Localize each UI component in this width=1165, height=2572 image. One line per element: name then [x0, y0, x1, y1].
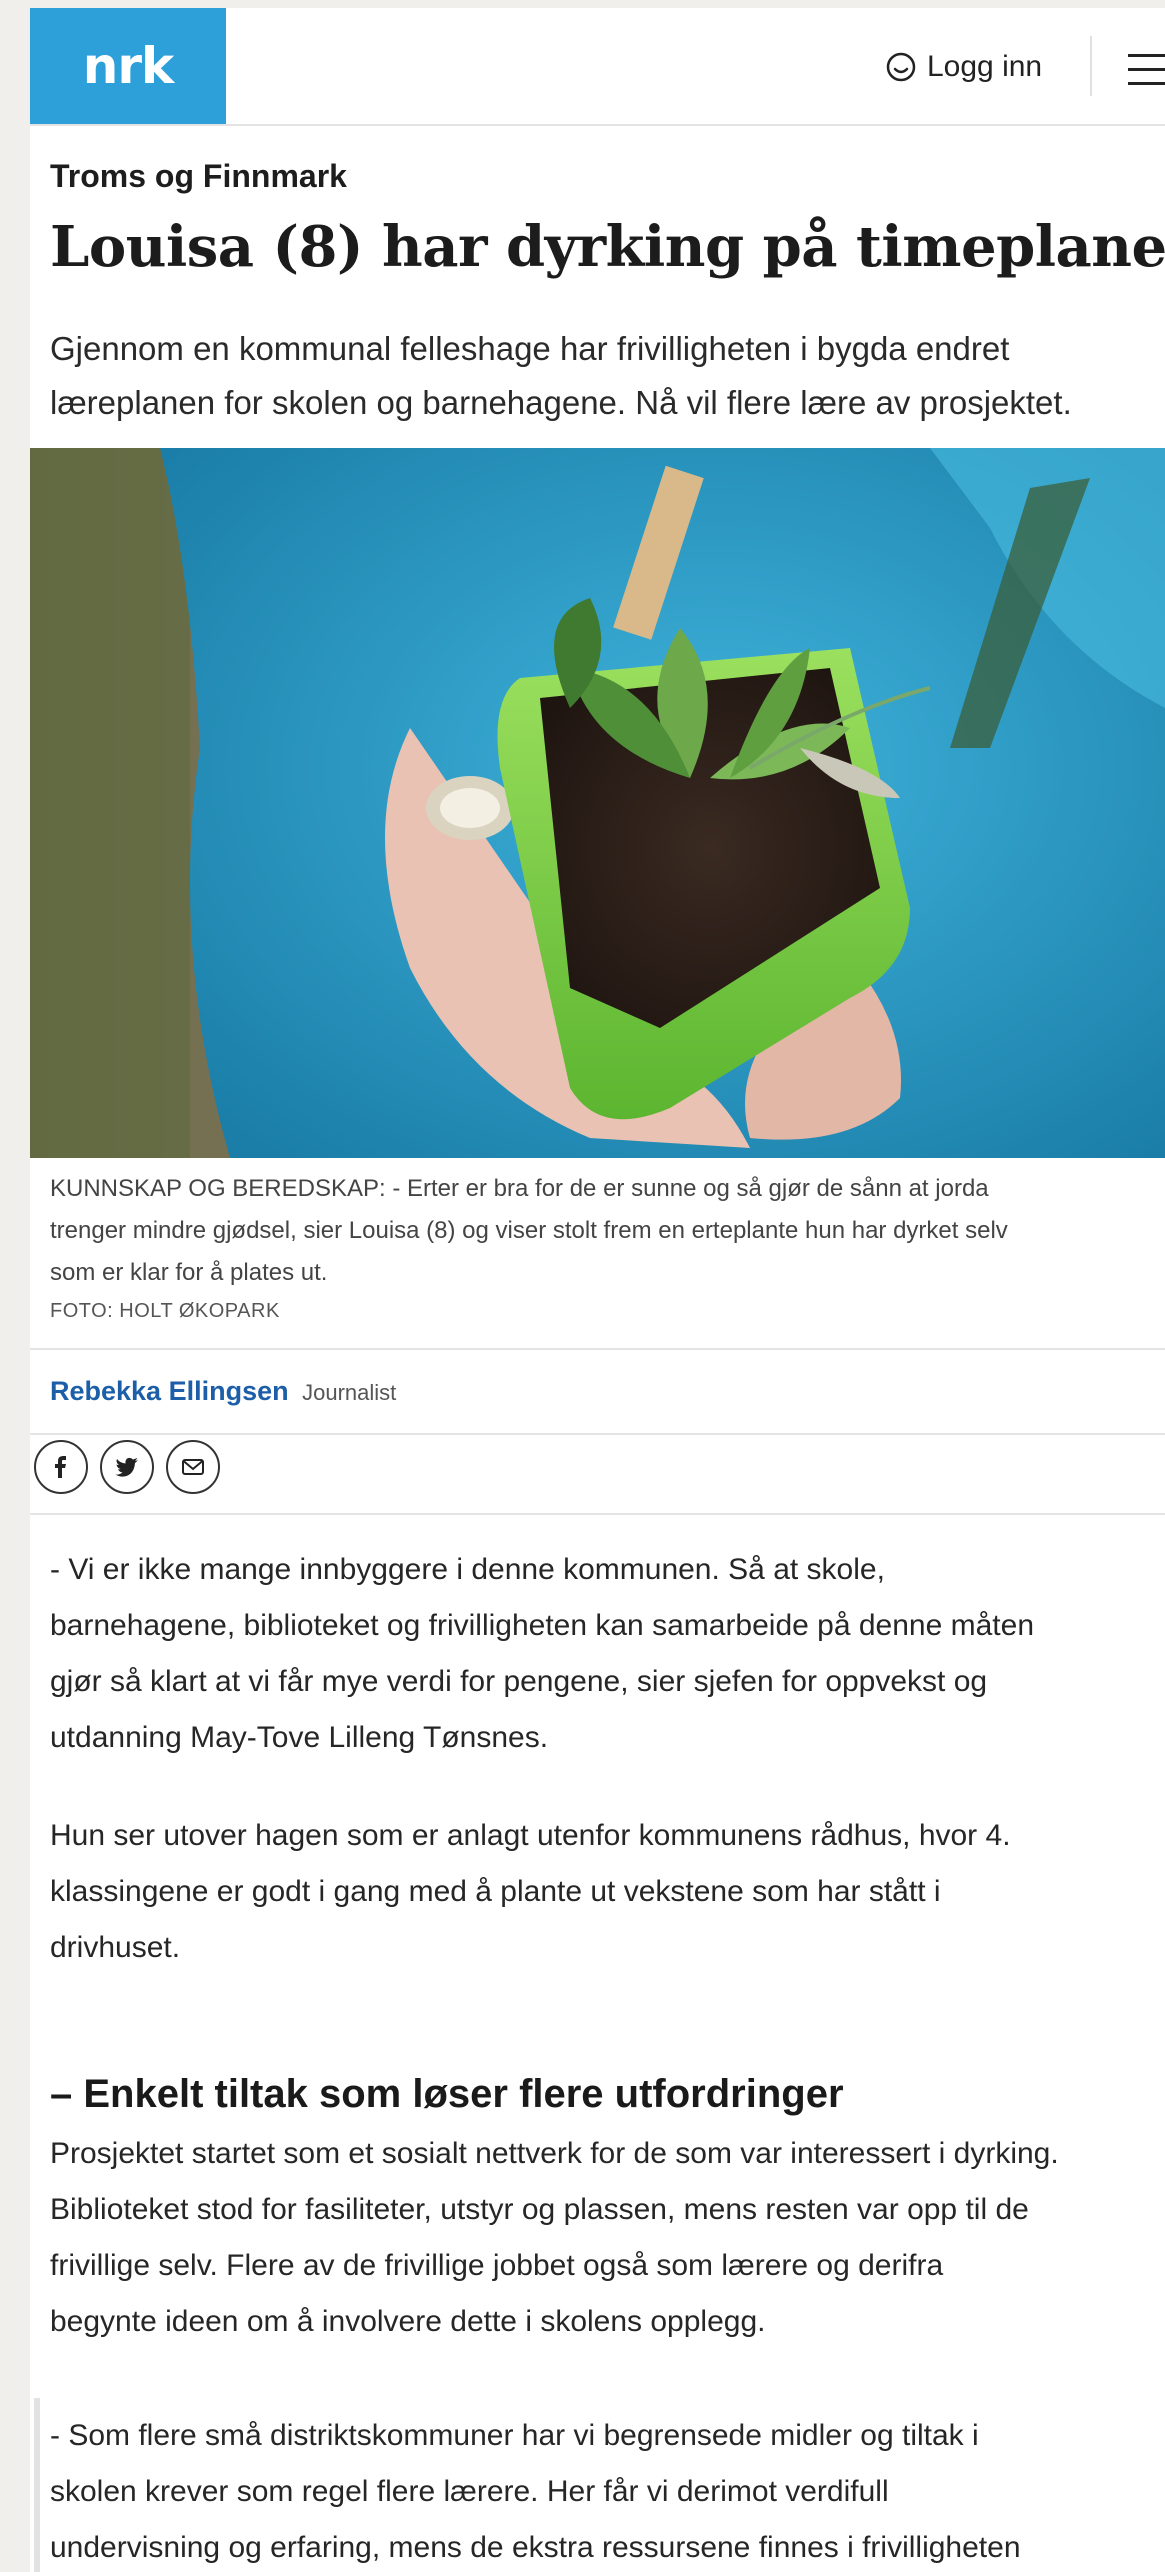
section-kicker[interactable]: Troms og Finnmark — [50, 158, 347, 195]
paragraph-3: Prosjektet startet som et sosialt nettve… — [50, 2126, 1165, 2350]
divider — [30, 1513, 1165, 1515]
caption-line: KUNNSKAP OG BEREDSKAP: - Erter er bra fo… — [50, 1175, 989, 1202]
twitter-icon — [115, 1457, 138, 1477]
quote-paragraph: - Som flere små distriktskommuner har vi… — [50, 2408, 1165, 2572]
paragraph-line: begynte ideen om å involvere dette i sko… — [50, 2305, 766, 2338]
article-lead: Gjennom en kommunal felleshage har frivi… — [50, 330, 1072, 421]
byline: Rebekka Ellingsen Journalist — [50, 1376, 396, 1407]
share-buttons — [34, 1440, 220, 1494]
paragraph-line: drivhuset. — [50, 1931, 181, 1964]
quote-line: skolen krever som regel flere lærere. He… — [50, 2475, 889, 2508]
paragraph-line: - Vi er ikke mange innbyggere i denne ko… — [50, 1553, 885, 1586]
paragraph-line: Prosjektet startet som et sosialt nettve… — [50, 2137, 1059, 2170]
email-share-button[interactable] — [166, 1440, 220, 1494]
facebook-icon — [55, 1456, 66, 1478]
logo-text: nrk — [82, 37, 175, 95]
site-header: nrk Logg inn — [30, 8, 1165, 126]
header-divider — [1090, 36, 1092, 96]
paragraph-line: klassingene er godt i gang med å plante … — [50, 1875, 941, 1908]
facebook-share-button[interactable] — [34, 1440, 88, 1494]
quote-line: undervisning og erfaring, mens de ekstra… — [50, 2531, 1021, 2564]
paragraph-line: gjør så klart at vi får mye verdi for pe… — [50, 1665, 988, 1698]
image-caption: KUNNSKAP OG BEREDSKAP: - Erter er bra fo… — [50, 1168, 1165, 1294]
caption-line: trenger mindre gjødsel, sier Louisa (8) … — [50, 1217, 1008, 1244]
paragraph-1: - Vi er ikke mange innbyggere i denne ko… — [50, 1542, 1165, 1766]
divider — [30, 1348, 1165, 1350]
hamburger-menu-icon[interactable] — [1128, 54, 1165, 85]
author-link[interactable]: Rebekka Ellingsen — [50, 1376, 289, 1406]
nrk-logo[interactable]: nrk — [30, 8, 226, 124]
caption-line: som er klar for å plates ut. — [50, 1259, 328, 1286]
login-button[interactable]: Logg inn — [885, 50, 1042, 84]
paragraph-line: frivillige selv. Flere av de frivillige … — [50, 2249, 944, 2282]
paragraph-line: barnehagene, biblioteket og frivillighet… — [50, 1609, 1035, 1642]
smiley-icon — [886, 52, 916, 82]
quote-line: - Som flere små distriktskommuner har vi… — [50, 2419, 979, 2452]
hero-image — [30, 448, 1165, 1158]
quote-border — [34, 2398, 40, 2572]
photo-credit: FOTO: HOLT ØKOPARK — [50, 1300, 280, 1322]
section-subheading: – Enkelt tiltak som løser flere utfordri… — [50, 2072, 844, 2116]
twitter-share-button[interactable] — [100, 1440, 154, 1494]
paragraph-line: utdanning May-Tove Lilleng Tønsnes. — [50, 1721, 549, 1754]
login-label: Logg inn — [927, 50, 1043, 83]
divider — [30, 1433, 1165, 1435]
article-headline: Louisa (8) har dyrking på timeplanen — [50, 214, 1165, 280]
email-icon — [182, 1459, 204, 1475]
paragraph-line: Hun ser utover hagen som er anlagt utenf… — [50, 1819, 1011, 1852]
paragraph-line: Biblioteket stod for fasiliteter, utstyr… — [50, 2193, 1029, 2226]
paragraph-2: Hun ser utover hagen som er anlagt utenf… — [50, 1808, 1165, 1976]
author-role: Journalist — [302, 1380, 397, 1405]
article-page: nrk Logg inn Troms og Finnmark Louisa (8… — [30, 8, 1165, 2572]
